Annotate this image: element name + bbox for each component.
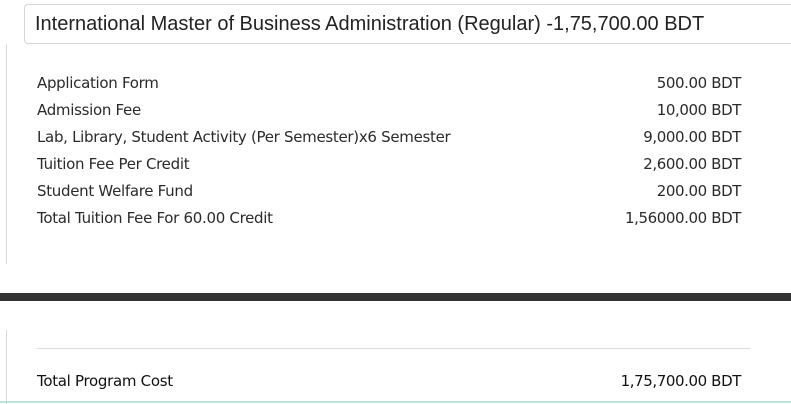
fee-label: Tuition Fee Per Credit — [37, 155, 190, 173]
total-amount: 1,75,700.00 BDT — [620, 372, 742, 390]
fee-label: Lab, Library, Student Activity (Per Seme… — [37, 128, 451, 146]
fee-label: Application Form — [37, 74, 159, 92]
left-border-top — [6, 44, 7, 264]
fee-label: Total Tuition Fee For 60.00 Credit — [37, 209, 273, 227]
fee-label: Admission Fee — [37, 101, 141, 119]
fee-row-tuition-per-credit: Tuition Fee Per Credit 2,600.00 BDT — [37, 153, 741, 180]
total-label: Total Program Cost — [37, 372, 173, 390]
total-separator — [37, 348, 750, 349]
section-divider — [0, 293, 791, 301]
fee-structure-page: International Master of Business Adminis… — [0, 0, 791, 404]
fee-row-application-form: Application Form 500.00 BDT — [37, 72, 741, 99]
left-border-bottom — [6, 330, 7, 404]
fee-amount: 9,000.00 BDT — [643, 128, 741, 146]
fee-amount: 2,600.00 BDT — [643, 155, 741, 173]
fee-row-student-welfare-fund: Student Welfare Fund 200.00 BDT — [37, 180, 741, 207]
total-program-cost-row: Total Program Cost 1,75,700.00 BDT — [37, 372, 741, 390]
fee-list: Application Form 500.00 BDT Admission Fe… — [37, 72, 741, 234]
fee-row-lab-library-activity: Lab, Library, Student Activity (Per Seme… — [37, 126, 741, 153]
fee-amount: 200.00 BDT — [656, 182, 742, 200]
program-title: International Master of Business Adminis… — [35, 13, 705, 35]
fee-amount: 10,000 BDT — [656, 101, 742, 119]
fee-row-total-tuition: Total Tuition Fee For 60.00 Credit 1,560… — [37, 207, 741, 234]
fee-amount: 1,56000.00 BDT — [624, 209, 741, 227]
fee-amount: 500.00 BDT — [656, 74, 742, 92]
fee-row-admission-fee: Admission Fee 10,000 BDT — [37, 99, 741, 126]
program-header: International Master of Business Adminis… — [24, 4, 791, 44]
fee-label: Student Welfare Fund — [37, 182, 193, 200]
bottom-accent-line — [0, 401, 791, 403]
